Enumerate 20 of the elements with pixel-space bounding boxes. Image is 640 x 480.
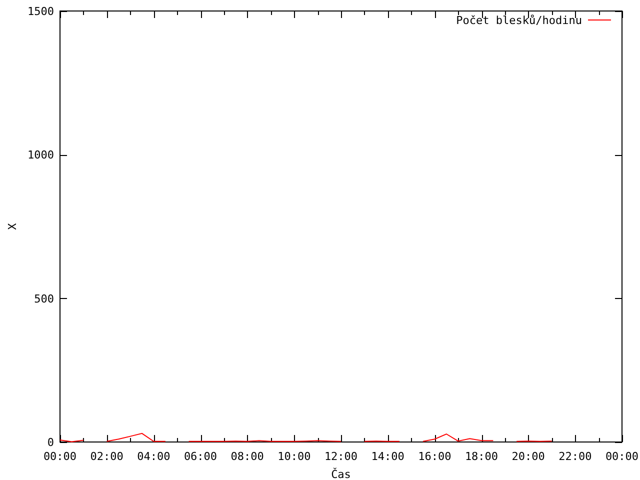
tick-label: 1500 <box>28 5 54 18</box>
tick-label: 22:00 <box>558 450 592 463</box>
tick-label: 00:00 <box>605 450 639 463</box>
tick-label: 02:00 <box>90 450 124 463</box>
tick-label: 00:00 <box>43 450 77 463</box>
tick-label: 12:00 <box>324 450 358 463</box>
tick-label: 18:00 <box>464 450 498 463</box>
tick-label: 14:00 <box>371 450 404 463</box>
tick-label: 20:00 <box>512 450 545 463</box>
tick-label: 0 <box>47 436 54 449</box>
axis-title: X <box>6 223 19 230</box>
tick-label: 06:00 <box>184 450 218 463</box>
tick-label: 1000 <box>28 148 54 162</box>
tick-label: 16:00 <box>418 450 452 463</box>
tick-label: 08:00 <box>230 450 264 463</box>
legend-label: Počet blesků/hodinu <box>456 14 582 27</box>
tick-label: 500 <box>34 292 54 306</box>
tick-label: 04:00 <box>137 450 170 463</box>
tick-label: 10:00 <box>278 450 311 463</box>
axis-title: Čas <box>331 468 351 480</box>
